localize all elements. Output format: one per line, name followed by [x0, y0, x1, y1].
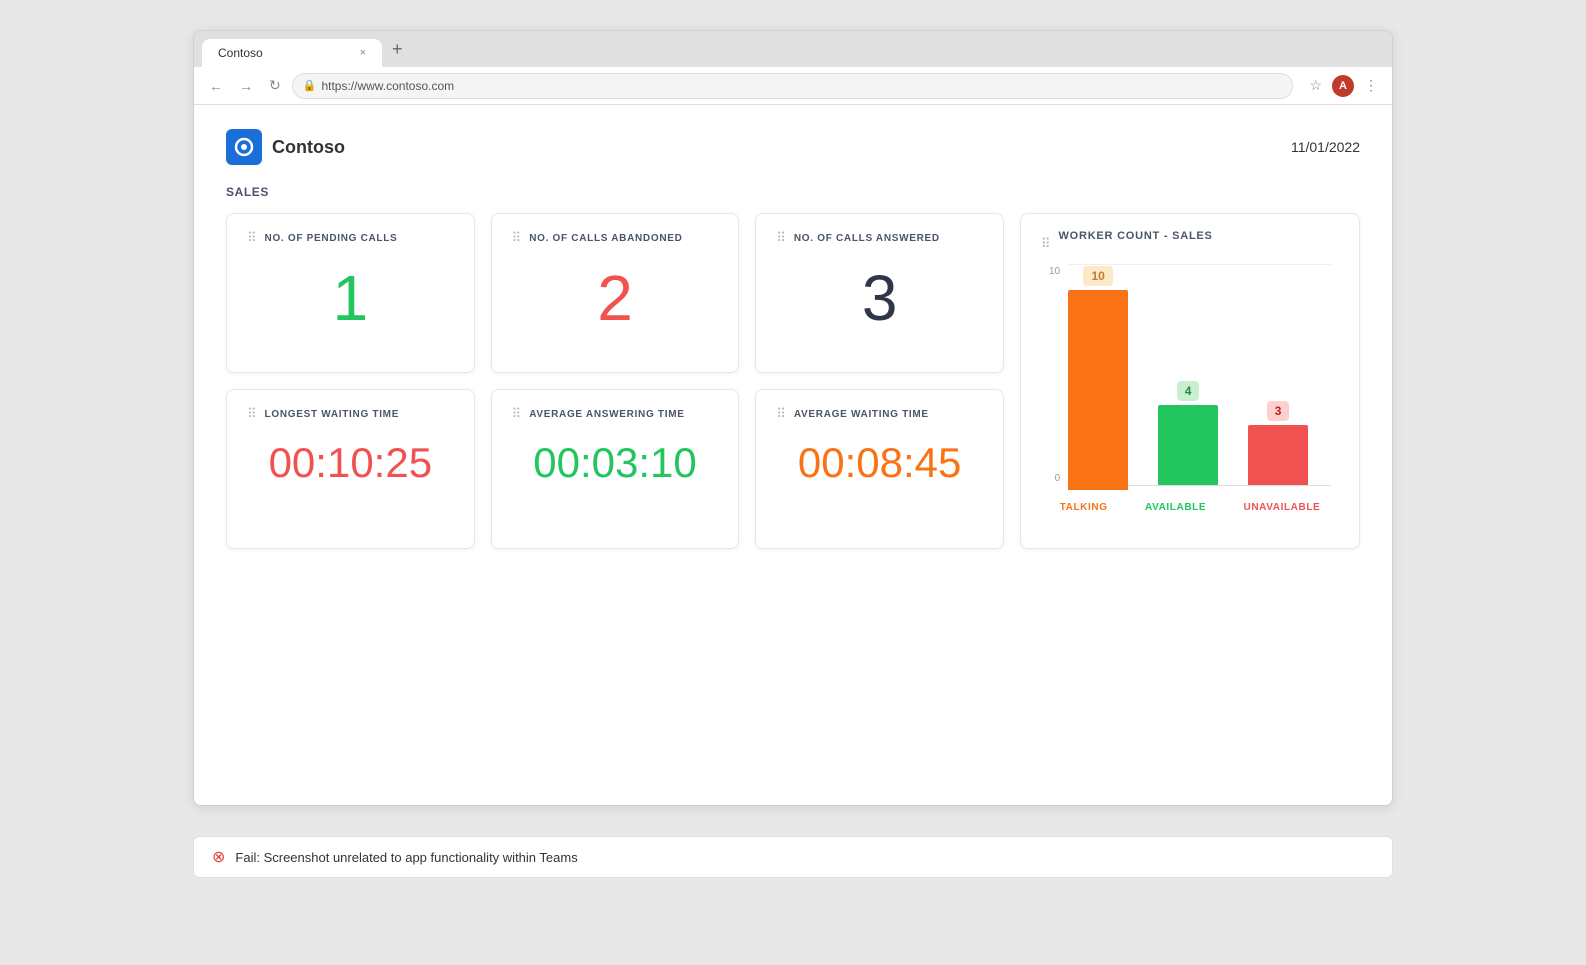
- y-label-bottom: 0: [1049, 473, 1060, 484]
- drag-icon: ⠿: [512, 406, 522, 422]
- card-avg-answering: ⠿ AVERAGE ANSWERING TIME 00:03:10: [491, 389, 740, 549]
- card-avg-waiting: ⠿ AVERAGE WAITING TIME 00:08:45: [755, 389, 1004, 549]
- card-title-abandoned: NO. OF CALLS ABANDONED: [529, 233, 682, 244]
- card-header-longest: ⠿ LONGEST WAITING TIME: [247, 406, 454, 422]
- star-button[interactable]: ☆: [1305, 75, 1326, 96]
- browser-tab-contoso[interactable]: Contoso ×: [202, 39, 382, 67]
- card-header-avg-answering: ⠿ AVERAGE ANSWERING TIME: [512, 406, 719, 422]
- y-label-top: 10: [1049, 266, 1060, 277]
- card-pending-calls: ⠿ NO. OF PENDING CALLS 1: [226, 213, 475, 373]
- dashboard-grid: ⠿ NO. OF PENDING CALLS 1 ⠿ NO. OF CALLS …: [226, 213, 1360, 549]
- fail-text: Fail: Screenshot unrelated to app functi…: [235, 850, 577, 865]
- app-name: Contoso: [272, 137, 345, 158]
- browser-toolbar: ← → ↻ 🔒 https://www.contoso.com ☆ A ⋮: [194, 67, 1392, 105]
- tab-close-button[interactable]: ×: [360, 47, 366, 59]
- bar-available-bar: [1158, 405, 1218, 485]
- lock-icon: 🔒: [303, 79, 317, 92]
- browser-actions: ☆ A ⋮: [1305, 75, 1382, 97]
- chart-panel: ⠿ WORKER COUNT - SALES 10 0: [1020, 213, 1360, 549]
- logo-icon: [226, 129, 262, 165]
- address-bar[interactable]: 🔒 https://www.contoso.com: [292, 73, 1294, 99]
- bar-tooltip-talking: 10: [1083, 266, 1112, 286]
- bar-talking-bar: [1068, 290, 1128, 490]
- card-longest-waiting: ⠿ LONGEST WAITING TIME 00:10:25: [226, 389, 475, 549]
- back-button[interactable]: ←: [204, 76, 228, 96]
- legend-available: AVAILABLE: [1145, 502, 1206, 513]
- chart-header: ⠿ WORKER COUNT - SALES: [1041, 230, 1339, 258]
- metric-value-pending: 1: [247, 266, 454, 330]
- bar-talking: 10: [1068, 266, 1128, 490]
- chart-drag-icon: ⠿: [1041, 236, 1051, 252]
- fail-icon: ⊗: [212, 847, 225, 867]
- refresh-button[interactable]: ↻: [264, 75, 286, 96]
- menu-button[interactable]: ⋮: [1360, 75, 1382, 96]
- bar-unavailable: 3: [1248, 401, 1308, 485]
- metric-value-abandoned: 2: [512, 266, 719, 330]
- section-label: SALES: [226, 185, 1360, 199]
- card-header-answered: ⠿ NO. OF CALLS ANSWERED: [776, 230, 983, 246]
- app-header: Contoso 11/01/2022: [226, 129, 1360, 165]
- legend-unavailable: UNAVAILABLE: [1244, 502, 1321, 513]
- time-value-avg-waiting: 00:08:45: [776, 442, 983, 484]
- drag-icon: ⠿: [247, 406, 257, 422]
- gridline-top: [1068, 264, 1331, 265]
- time-value-longest: 00:10:25: [247, 442, 454, 484]
- drag-icon: ⠿: [512, 230, 522, 246]
- card-title-answered: NO. OF CALLS ANSWERED: [794, 233, 940, 244]
- tab-label: Contoso: [218, 46, 263, 60]
- app-content: Contoso 11/01/2022 SALES ⠿ NO. OF PENDIN…: [194, 105, 1392, 805]
- drag-icon: ⠿: [247, 230, 257, 246]
- card-calls-answered: ⠿ NO. OF CALLS ANSWERED 3: [755, 213, 1004, 373]
- time-value-avg-answering: 00:03:10: [512, 442, 719, 484]
- user-avatar[interactable]: A: [1332, 75, 1354, 97]
- card-header-pending: ⠿ NO. OF PENDING CALLS: [247, 230, 454, 246]
- address-url: https://www.contoso.com: [321, 79, 454, 93]
- new-tab-button[interactable]: +: [386, 39, 409, 60]
- card-title-longest: LONGEST WAITING TIME: [265, 409, 400, 420]
- browser-tabs: Contoso × +: [194, 31, 1392, 67]
- metric-value-answered: 3: [776, 266, 983, 330]
- legend-talking: TALKING: [1060, 502, 1108, 513]
- card-title-avg-answering: AVERAGE ANSWERING TIME: [529, 409, 684, 420]
- bar-available: 4: [1158, 381, 1218, 485]
- browser-window: Contoso × + ← → ↻ 🔒 https://www.contoso.…: [193, 30, 1393, 806]
- app-logo: Contoso: [226, 129, 345, 165]
- chart-bars: 10 4 3: [1068, 266, 1331, 486]
- drag-icon: ⠿: [776, 230, 786, 246]
- card-header-abandoned: ⠿ NO. OF CALLS ABANDONED: [512, 230, 719, 246]
- card-title-pending: NO. OF PENDING CALLS: [265, 233, 398, 244]
- bar-unavailable-bar: [1248, 425, 1308, 485]
- fail-banner: ⊗ Fail: Screenshot unrelated to app func…: [193, 836, 1393, 878]
- chart-legend: TALKING AVAILABLE UNAVAILABLE: [1041, 502, 1339, 513]
- card-header-avg-waiting: ⠿ AVERAGE WAITING TIME: [776, 406, 983, 422]
- app-date: 11/01/2022: [1291, 139, 1360, 155]
- bar-tooltip-available: 4: [1177, 381, 1200, 401]
- chart-title: WORKER COUNT - SALES: [1059, 230, 1213, 242]
- bar-tooltip-unavailable: 3: [1267, 401, 1290, 421]
- card-title-avg-waiting: AVERAGE WAITING TIME: [794, 409, 929, 420]
- card-calls-abandoned: ⠿ NO. OF CALLS ABANDONED 2: [491, 213, 740, 373]
- forward-button[interactable]: →: [234, 76, 258, 96]
- drag-icon: ⠿: [776, 406, 786, 422]
